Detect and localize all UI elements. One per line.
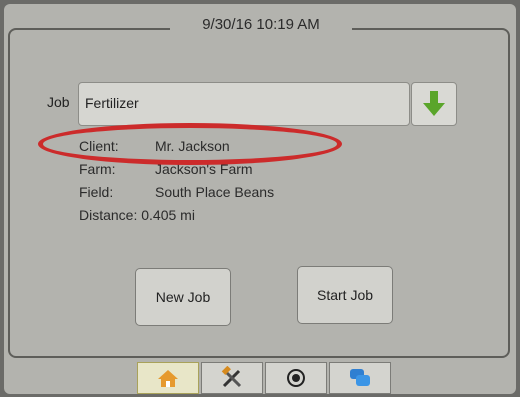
start-job-button[interactable]: Start Job [297, 266, 393, 324]
field-row: Field: South Place Beans [79, 184, 274, 200]
job-select-value: Fertilizer [85, 95, 139, 111]
client-highlight-annotation [38, 123, 342, 165]
home-icon [158, 370, 178, 387]
tab-tools[interactable] [201, 362, 263, 394]
chat-bubbles-icon [350, 369, 370, 386]
tab-gps[interactable] [265, 362, 327, 394]
field-label: Field: [79, 184, 114, 200]
tab-messages[interactable] [329, 362, 391, 394]
new-job-button[interactable]: New Job [135, 268, 231, 326]
distance-label: Distance: [79, 207, 138, 223]
job-dropdown-button[interactable] [411, 82, 457, 126]
job-select[interactable]: Fertilizer [78, 82, 410, 126]
green-down-arrow-icon [423, 91, 445, 116]
distance-value: 0.405 mi [141, 207, 195, 223]
tab-home[interactable] [137, 362, 199, 394]
datetime-display: 9/30/16 10:19 AM [170, 12, 352, 38]
bottom-tab-bar [137, 362, 395, 394]
tools-icon [221, 366, 242, 388]
field-value: South Place Beans [155, 184, 275, 200]
gps-target-icon [287, 369, 305, 387]
distance-row: Distance: 0.405 mi [79, 207, 195, 223]
job-label: Job [47, 94, 70, 110]
